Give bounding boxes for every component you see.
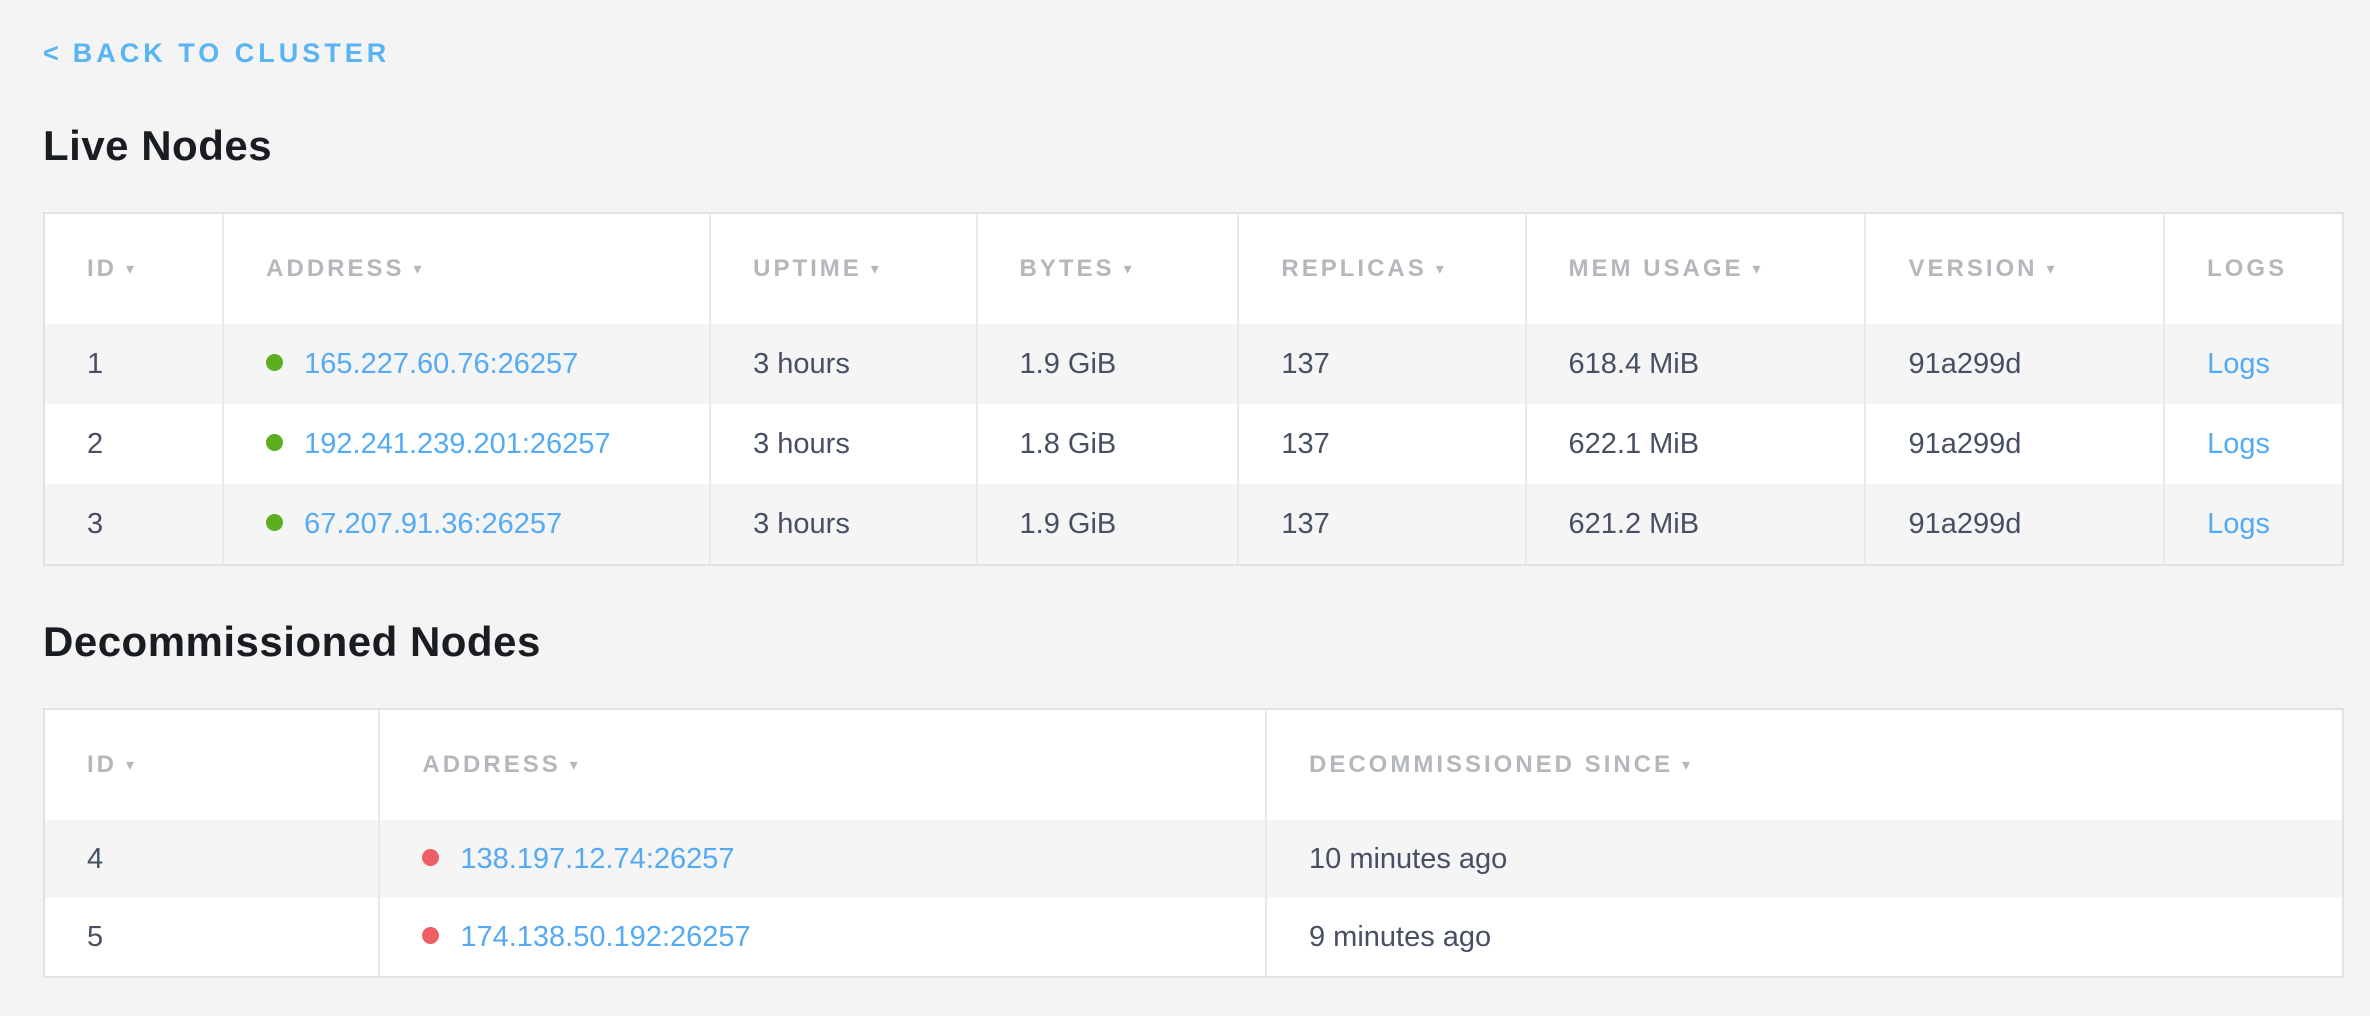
col-header-version-label: VERSION xyxy=(1908,255,2037,282)
sort-arrow-icon: ▾ xyxy=(1124,261,1135,278)
col-header-id[interactable]: ID ▾ xyxy=(45,710,380,820)
nodes-page: < BACK TO CLUSTER Live Nodes ID ▾ ADDRESS ▾… xyxy=(0,0,2370,978)
sort-arrow-icon: ▾ xyxy=(1682,757,1693,774)
cell-uptime: 3 hours xyxy=(711,404,977,484)
cell-replicas: 137 xyxy=(1239,324,1526,404)
cell-mem-usage: 622.1 MiB xyxy=(1527,404,1867,484)
address-link[interactable]: 67.207.91.36:26257 xyxy=(304,508,562,540)
col-header-uptime-label: UPTIME xyxy=(753,255,862,282)
sort-arrow-icon: ▾ xyxy=(570,757,581,774)
decommissioned-header-row: ID ▾ ADDRESS ▾ DECOMMISSIONED SINCE ▾ xyxy=(45,710,2342,820)
live-status-dot-icon xyxy=(266,434,283,451)
decommissioned-nodes-title: Decommissioned Nodes xyxy=(43,620,2344,664)
col-header-address[interactable]: ADDRESS ▾ xyxy=(380,710,1267,820)
logs-link[interactable]: Logs xyxy=(2207,348,2270,380)
back-to-cluster-link[interactable]: < BACK TO CLUSTER xyxy=(43,38,390,68)
decommissioned-nodes-table: ID ▾ ADDRESS ▾ DECOMMISSIONED SINCE ▾ 4 138… xyxy=(43,708,2344,978)
sort-arrow-icon: ▾ xyxy=(871,261,882,278)
col-header-mem-usage[interactable]: MEM USAGE ▾ xyxy=(1527,214,1867,324)
table-row-node-2: 2 192.241.239.201:26257 3 hours 1.8 GiB … xyxy=(45,404,2342,484)
col-header-version[interactable]: VERSION ▾ xyxy=(1866,214,2165,324)
back-to-cluster-label: BACK TO CLUSTER xyxy=(73,38,391,68)
col-header-bytes-label: BYTES xyxy=(1020,255,1115,282)
logs-link[interactable]: Logs xyxy=(2207,428,2270,460)
cell-node-id: 5 xyxy=(45,898,380,976)
cell-mem-usage: 621.2 MiB xyxy=(1527,484,1867,564)
live-header-row: ID ▾ ADDRESS ▾ UPTIME ▾ BYTES ▾ REPLICAS ▾ ME… xyxy=(45,214,2342,324)
address-link[interactable]: 138.197.12.74:26257 xyxy=(460,843,734,875)
address-link[interactable]: 192.241.239.201:26257 xyxy=(304,428,610,460)
cell-uptime: 3 hours xyxy=(711,324,977,404)
cell-logs: Logs xyxy=(2165,404,2342,484)
col-header-replicas[interactable]: REPLICAS ▾ xyxy=(1239,214,1526,324)
table-row-node-3: 3 67.207.91.36:26257 3 hours 1.9 GiB 137… xyxy=(45,484,2342,564)
cell-address: 174.138.50.192:26257 xyxy=(380,898,1267,976)
col-header-logs: LOGS xyxy=(2165,214,2342,324)
col-header-replicas-label: REPLICAS xyxy=(1281,255,1426,282)
cell-bytes: 1.8 GiB xyxy=(978,404,1240,484)
sort-arrow-icon: ▾ xyxy=(1436,261,1447,278)
col-header-address[interactable]: ADDRESS ▾ xyxy=(224,214,711,324)
back-arrow-icon: < xyxy=(43,38,63,68)
cell-bytes: 1.9 GiB xyxy=(978,324,1240,404)
table-row-node-4: 4 138.197.12.74:26257 10 minutes ago xyxy=(45,820,2342,898)
cell-node-id: 3 xyxy=(45,484,224,564)
cell-node-id: 4 xyxy=(45,820,380,898)
col-header-bytes[interactable]: BYTES ▾ xyxy=(978,214,1240,324)
cell-decommissioned-since: 10 minutes ago xyxy=(1267,820,2342,898)
live-nodes-title: Live Nodes xyxy=(43,124,2344,168)
cell-logs: Logs xyxy=(2165,324,2342,404)
cell-mem-usage: 618.4 MiB xyxy=(1527,324,1867,404)
cell-bytes: 1.9 GiB xyxy=(978,484,1240,564)
col-header-id-label: ID xyxy=(87,255,117,282)
col-header-address-label: ADDRESS xyxy=(266,255,404,282)
table-row-node-5: 5 174.138.50.192:26257 9 minutes ago xyxy=(45,898,2342,976)
cell-address: 165.227.60.76:26257 xyxy=(224,324,711,404)
col-header-logs-label: LOGS xyxy=(2207,255,2287,282)
sort-arrow-icon: ▾ xyxy=(1753,261,1764,278)
sort-arrow-icon: ▾ xyxy=(126,757,137,774)
address-link[interactable]: 165.227.60.76:26257 xyxy=(304,348,578,380)
address-link[interactable]: 174.138.50.192:26257 xyxy=(460,921,750,953)
cell-logs: Logs xyxy=(2165,484,2342,564)
logs-link[interactable]: Logs xyxy=(2207,508,2270,540)
live-nodes-table: ID ▾ ADDRESS ▾ UPTIME ▾ BYTES ▾ REPLICAS ▾ ME… xyxy=(43,212,2344,566)
cell-version: 91a299d xyxy=(1866,404,2165,484)
col-header-id-label: ID xyxy=(87,751,117,778)
cell-version: 91a299d xyxy=(1866,484,2165,564)
cell-replicas: 137 xyxy=(1239,404,1526,484)
sort-arrow-icon: ▾ xyxy=(126,261,137,278)
col-header-id[interactable]: ID ▾ xyxy=(45,214,224,324)
col-header-decommissioned-since-label: DECOMMISSIONED SINCE xyxy=(1309,751,1673,778)
decommissioned-status-dot-icon xyxy=(422,927,439,944)
col-header-uptime[interactable]: UPTIME ▾ xyxy=(711,214,977,324)
live-status-dot-icon xyxy=(266,514,283,531)
table-row-node-1: 1 165.227.60.76:26257 3 hours 1.9 GiB 13… xyxy=(45,324,2342,404)
cell-uptime: 3 hours xyxy=(711,484,977,564)
cell-version: 91a299d xyxy=(1866,324,2165,404)
cell-address: 192.241.239.201:26257 xyxy=(224,404,711,484)
col-header-decommissioned-since[interactable]: DECOMMISSIONED SINCE ▾ xyxy=(1267,710,2342,820)
col-header-address-label: ADDRESS xyxy=(422,751,560,778)
decommissioned-status-dot-icon xyxy=(422,849,439,866)
col-header-mem-usage-label: MEM USAGE xyxy=(1569,255,1744,282)
cell-replicas: 137 xyxy=(1239,484,1526,564)
sort-arrow-icon: ▾ xyxy=(414,261,425,278)
cell-node-id: 2 xyxy=(45,404,224,484)
sort-arrow-icon: ▾ xyxy=(2047,261,2058,278)
cell-node-id: 1 xyxy=(45,324,224,404)
cell-decommissioned-since: 9 minutes ago xyxy=(1267,898,2342,976)
live-status-dot-icon xyxy=(266,354,283,371)
cell-address: 67.207.91.36:26257 xyxy=(224,484,711,564)
cell-address: 138.197.12.74:26257 xyxy=(380,820,1267,898)
